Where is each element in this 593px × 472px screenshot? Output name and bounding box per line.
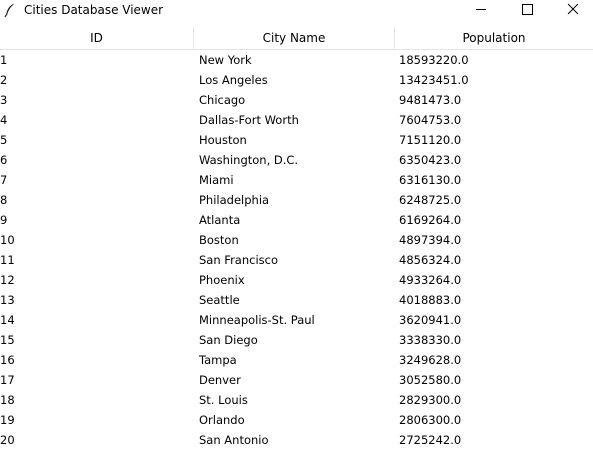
cell-city-name: Denver — [199, 373, 241, 387]
cell-city-name: Orlando — [199, 413, 245, 427]
minimize-button[interactable] — [458, 0, 504, 20]
cell-population: 6248725.0 — [399, 193, 462, 207]
cell-city-name: San Diego — [199, 333, 258, 347]
column-header-id[interactable]: ID — [0, 27, 194, 49]
table-row[interactable]: 10 Boston 4897394.0 — [0, 230, 593, 250]
close-icon — [567, 3, 579, 15]
cell-population: 3620941.0 — [399, 313, 462, 327]
cell-city-name: Dallas-Fort Worth — [199, 113, 299, 127]
table-body: 1 New York 18593220.0 2 Los Angeles 13423451.… — [0, 50, 593, 450]
cell-city-name: Los Angeles — [199, 73, 268, 87]
cell-id: 17 — [0, 373, 15, 387]
cell-population: 2725242.0 — [399, 433, 462, 447]
table-row[interactable]: 18 St. Louis 2829300.0 — [0, 390, 593, 410]
cell-population: 3052580.0 — [399, 373, 462, 387]
cities-table: ID City Name Population 1 New York 1859322… — [0, 27, 593, 450]
table-row[interactable]: 1 New York 18593220.0 — [0, 50, 593, 70]
title-bar[interactable]: Cities Database Viewer — [0, 0, 593, 20]
cell-city-name: San Francisco — [199, 253, 279, 267]
column-header-city-name[interactable]: City Name — [194, 27, 395, 49]
cell-id: 18 — [0, 393, 15, 407]
table-row[interactable]: 7 Miami 6316130.0 — [0, 170, 593, 190]
cell-id: 19 — [0, 413, 15, 427]
cell-population: 9481473.0 — [399, 93, 462, 107]
cell-city-name: Washington, D.C. — [199, 153, 299, 167]
cell-city-name: St. Louis — [199, 393, 248, 407]
cell-population: 4933264.0 — [399, 273, 462, 287]
cell-id: 5 — [0, 133, 8, 147]
table-row[interactable]: 12 Phoenix 4933264.0 — [0, 270, 593, 290]
cell-id: 8 — [0, 193, 8, 207]
table-row[interactable]: 16 Tampa 3249628.0 — [0, 350, 593, 370]
cell-city-name: Miami — [199, 173, 234, 187]
table-row[interactable]: 17 Denver 3052580.0 — [0, 370, 593, 390]
cell-population: 18593220.0 — [399, 53, 469, 67]
cell-population: 6316130.0 — [399, 173, 462, 187]
cell-city-name: Seattle — [199, 293, 240, 307]
cell-city-name: Philadelphia — [199, 193, 270, 207]
cell-population: 3338330.0 — [399, 333, 462, 347]
maximize-icon — [522, 4, 533, 15]
cell-id: 3 — [0, 93, 8, 107]
cell-id: 7 — [0, 173, 8, 187]
app-window: Cities Database Viewer ID City Name Popu… — [0, 0, 593, 472]
close-button[interactable] — [550, 0, 593, 20]
cell-population: 3249628.0 — [399, 353, 462, 367]
table-row[interactable]: 5 Houston 7151120.0 — [0, 130, 593, 150]
cell-population: 2806300.0 — [399, 413, 462, 427]
cell-city-name: Atlanta — [199, 213, 241, 227]
table-row[interactable]: 9 Atlanta 6169264.0 — [0, 210, 593, 230]
table-row[interactable]: 11 San Francisco 4856324.0 — [0, 250, 593, 270]
table-row[interactable]: 15 San Diego 3338330.0 — [0, 330, 593, 350]
column-header-population[interactable]: Population — [395, 27, 593, 49]
cell-city-name: Phoenix — [199, 273, 245, 287]
cell-id: 11 — [0, 253, 15, 267]
table-row[interactable]: 4 Dallas-Fort Worth 7604753.0 — [0, 110, 593, 130]
cell-id: 20 — [0, 433, 15, 447]
feather-icon — [3, 2, 17, 18]
cell-population: 6169264.0 — [399, 213, 462, 227]
table-row[interactable]: 14 Minneapolis-St. Paul 3620941.0 — [0, 310, 593, 330]
cell-id: 14 — [0, 313, 15, 327]
cell-id: 6 — [0, 153, 8, 167]
cell-population: 4856324.0 — [399, 253, 462, 267]
cell-id: 16 — [0, 353, 15, 367]
cell-population: 7604753.0 — [399, 113, 462, 127]
cell-city-name: Minneapolis-St. Paul — [199, 313, 315, 327]
cell-id: 12 — [0, 273, 15, 287]
cell-population: 4018883.0 — [399, 293, 462, 307]
table-row[interactable]: 13 Seattle 4018883.0 — [0, 290, 593, 310]
table-row[interactable]: 3 Chicago 9481473.0 — [0, 90, 593, 110]
cell-population: 2829300.0 — [399, 393, 462, 407]
cell-id: 10 — [0, 233, 15, 247]
cell-population: 13423451.0 — [399, 73, 469, 87]
cell-city-name: Houston — [199, 133, 247, 147]
cell-id: 9 — [0, 213, 8, 227]
table-row[interactable]: 20 San Antonio 2725242.0 — [0, 430, 593, 450]
cell-city-name: Boston — [199, 233, 239, 247]
table-header: ID City Name Population — [0, 27, 593, 50]
cell-city-name: New York — [199, 53, 252, 67]
cell-id: 2 — [0, 73, 8, 87]
table-row[interactable]: 8 Philadelphia 6248725.0 — [0, 190, 593, 210]
cell-city-name: Tampa — [199, 353, 237, 367]
cell-city-name: Chicago — [199, 93, 246, 107]
window-title: Cities Database Viewer — [24, 3, 164, 17]
cell-id: 4 — [0, 113, 8, 127]
cell-population: 7151120.0 — [399, 133, 462, 147]
minimize-icon — [476, 9, 486, 10]
table-row[interactable]: 2 Los Angeles 13423451.0 — [0, 70, 593, 90]
cell-id: 13 — [0, 293, 15, 307]
cell-population: 4897394.0 — [399, 233, 462, 247]
cell-population: 6350423.0 — [399, 153, 462, 167]
maximize-button[interactable] — [504, 0, 550, 20]
cell-id: 15 — [0, 333, 15, 347]
table-row[interactable]: 6 Washington, D.C. 6350423.0 — [0, 150, 593, 170]
cell-city-name: San Antonio — [199, 433, 269, 447]
cell-id: 1 — [0, 53, 8, 67]
table-row[interactable]: 19 Orlando 2806300.0 — [0, 410, 593, 430]
